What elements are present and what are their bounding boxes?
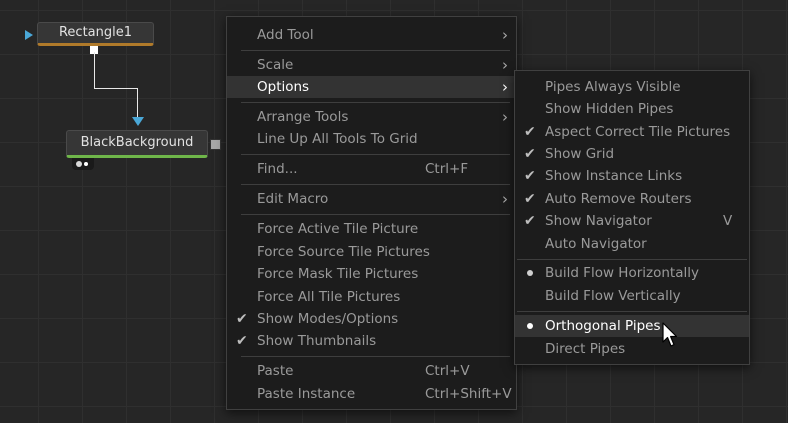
menu-item-label: Line Up All Tools To Grid (257, 131, 418, 147)
menu-item-force-mask-tiles[interactable]: Force Mask Tile Pictures (227, 263, 516, 285)
menu-item-label: Direct Pipes (545, 341, 626, 357)
menu-item-label: Aspect Correct Tile Pictures (545, 124, 731, 140)
menu-item-shortcut: Ctrl+F (425, 161, 469, 177)
output-connector[interactable] (210, 139, 221, 150)
node-mode-badge[interactable] (72, 158, 94, 170)
menu-item-shortcut: Ctrl+Shift+V (425, 386, 512, 402)
menu-item-add-tool[interactable]: Add Tool › (227, 24, 516, 46)
menu-item-find[interactable]: Find... Ctrl+F (227, 158, 516, 180)
menu-item-label: Force All Tile Pictures (257, 289, 401, 305)
pipe-arrow-icon (132, 117, 144, 126)
menu-item-edit-macro[interactable]: Edit Macro › (227, 188, 516, 210)
submenu-item-show-instance-links[interactable]: ✔ Show Instance Links (515, 165, 749, 187)
node-label: BlackBackground (80, 135, 194, 150)
menu-item-shortcut: V (723, 213, 733, 229)
menu-item-label: Pipes Always Visible (545, 79, 681, 95)
menu-item-label: Force Source Tile Pictures (257, 244, 430, 260)
submenu-item-show-grid[interactable]: ✔ Show Grid (515, 143, 749, 165)
submenu-item-show-navigator[interactable]: ✔ Show Navigator V (515, 210, 749, 232)
submenu-arrow-icon: › (502, 190, 508, 208)
submenu-item-build-flow-horizontally[interactable]: Build Flow Horizontally (515, 262, 749, 284)
menu-item-label: Force Active Tile Picture (257, 221, 419, 237)
submenu-arrow-icon: › (502, 108, 508, 126)
node-blackbackground[interactable]: BlackBackground (66, 130, 208, 158)
menu-item-force-active-tile[interactable]: Force Active Tile Picture (227, 218, 516, 240)
menu-item-paste[interactable]: Paste Ctrl+V (227, 360, 516, 382)
menu-separator (241, 184, 510, 185)
menu-item-label: Build Flow Horizontally (545, 265, 699, 281)
submenu-item-aspect-correct-tiles[interactable]: ✔ Aspect Correct Tile Pictures (515, 121, 749, 143)
submenu-item-direct-pipes[interactable]: Direct Pipes (515, 338, 749, 360)
submenu-item-pipes-always-visible[interactable]: Pipes Always Visible (515, 76, 749, 98)
menu-item-label: Edit Macro (257, 191, 329, 207)
menu-item-paste-instance[interactable]: Paste Instance Ctrl+Shift+V (227, 383, 516, 405)
menu-item-show-modes-options[interactable]: ✔ Show Modes/Options (227, 308, 516, 330)
node-rectangle1[interactable]: Rectangle1 (37, 22, 154, 46)
radio-dot-icon (527, 323, 533, 329)
node-label: Rectangle1 (58, 25, 133, 40)
menu-item-label: Auto Navigator (545, 236, 647, 252)
menu-item-label: Build Flow Vertically (545, 288, 681, 304)
menu-item-label: Options (257, 79, 310, 95)
menu-item-label: Show Thumbnails (257, 333, 377, 349)
menu-separator (517, 311, 747, 312)
menu-item-label: Force Mask Tile Pictures (257, 266, 419, 282)
menu-item-show-thumbnails[interactable]: ✔ Show Thumbnails (227, 330, 516, 352)
menu-item-label: Show Hidden Pipes (545, 101, 674, 117)
menu-separator (241, 356, 510, 357)
menu-item-label: Auto Remove Routers (545, 191, 692, 207)
menu-item-force-all-tiles[interactable]: Force All Tile Pictures (227, 286, 516, 308)
checkmark-icon: ✔ (236, 333, 248, 349)
input-arrow-icon (25, 30, 33, 40)
pipe-segment (137, 88, 138, 118)
menu-item-force-source-tiles[interactable]: Force Source Tile Pictures (227, 241, 516, 263)
menu-item-scale[interactable]: Scale › (227, 54, 516, 76)
mode-dot-icon (76, 161, 82, 167)
menu-separator (517, 259, 747, 260)
submenu-item-build-flow-vertically[interactable]: Build Flow Vertically (515, 285, 749, 307)
menu-item-label: Show Modes/Options (257, 311, 399, 327)
checkmark-icon: ✔ (524, 191, 536, 207)
submenu-arrow-icon: › (502, 56, 508, 74)
menu-item-line-up-tools[interactable]: Line Up All Tools To Grid (227, 128, 516, 150)
menu-item-label: Find... (257, 161, 298, 177)
submenu-arrow-icon: › (502, 78, 508, 96)
submenu-item-auto-navigator[interactable]: Auto Navigator (515, 233, 749, 255)
menu-item-label: Paste (257, 363, 294, 379)
submenu-item-auto-remove-routers[interactable]: ✔ Auto Remove Routers (515, 188, 749, 210)
options-submenu: Pipes Always Visible Show Hidden Pipes ✔… (514, 70, 750, 365)
menu-item-label: Orthogonal Pipes (545, 318, 661, 334)
menu-item-label: Show Navigator (545, 213, 652, 229)
menu-item-label: Add Tool (257, 27, 314, 43)
menu-item-label: Show Grid (545, 146, 615, 162)
context-menu: Add Tool › Scale › Options › Arrange Too… (226, 16, 517, 410)
mouse-cursor-icon (662, 322, 678, 347)
menu-separator (241, 50, 510, 51)
submenu-arrow-icon: › (502, 26, 508, 44)
menu-item-options[interactable]: Options › (227, 76, 516, 98)
checkmark-icon: ✔ (524, 213, 536, 229)
radio-dot-icon (527, 270, 533, 276)
submenu-item-orthogonal-pipes[interactable]: Orthogonal Pipes (515, 315, 749, 337)
menu-item-label: Show Instance Links (545, 168, 683, 184)
pipe-segment (94, 88, 138, 89)
mode-dot-icon (84, 162, 88, 166)
checkmark-icon: ✔ (236, 311, 248, 327)
menu-item-arrange-tools[interactable]: Arrange Tools › (227, 106, 516, 128)
menu-item-label: Arrange Tools (257, 109, 349, 125)
menu-separator (241, 154, 510, 155)
checkmark-icon: ✔ (524, 146, 536, 162)
menu-separator (241, 102, 510, 103)
menu-separator (241, 214, 510, 215)
checkmark-icon: ✔ (524, 124, 536, 140)
menu-item-shortcut: Ctrl+V (425, 363, 470, 379)
pipe-segment (94, 52, 95, 88)
menu-item-label: Paste Instance (257, 386, 356, 402)
menu-item-label: Scale (257, 57, 294, 73)
checkmark-icon: ✔ (524, 168, 536, 184)
submenu-item-show-hidden-pipes[interactable]: Show Hidden Pipes (515, 98, 749, 120)
